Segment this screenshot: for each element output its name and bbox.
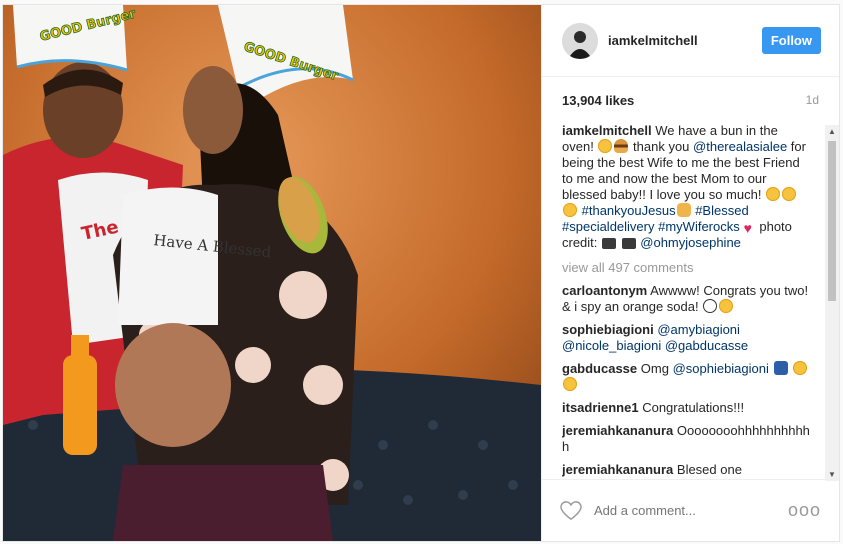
heart-eyes-emoji-icon	[793, 361, 808, 375]
eyes-emoji-icon	[703, 299, 718, 313]
add-comment-input[interactable]	[594, 503, 788, 518]
follow-button[interactable]: Follow	[761, 27, 821, 54]
scrollbar-thumb[interactable]	[828, 141, 836, 301]
hashtag-4[interactable]: #myWiferocks	[658, 219, 740, 234]
photo-illustration: The GOOD Burger GOOD Burger Have A Bless…	[3, 5, 541, 541]
red-heart-emoji-icon: ♥	[743, 220, 752, 236]
comment-item: itsadrienne1 Congratulations!!!	[562, 400, 811, 416]
caption-mention-2[interactable]: @ohmyjosephine	[640, 235, 741, 250]
comment-item: jeremiahkananura Blesed one	[562, 462, 811, 478]
comment-username[interactable]: carloantonym	[562, 283, 647, 298]
smile-emoji-icon	[766, 187, 781, 201]
like-heart-icon[interactable]	[560, 500, 582, 521]
praying-emoji-icon	[676, 203, 691, 217]
comment-username[interactable]: sophiebiagioni	[562, 322, 654, 337]
comment-mention[interactable]: @gabducasse	[665, 338, 748, 353]
heart-eyes-emoji-icon	[598, 139, 613, 153]
smile-emoji-icon	[563, 203, 577, 217]
comment-text: Blesed one	[673, 462, 742, 477]
comment-text: Congratulations!!!	[638, 400, 745, 415]
hashtag-2[interactable]: #Blessed	[695, 203, 748, 218]
post-meta: 13,904 likes 1d	[562, 93, 819, 108]
scroll-down-arrow-icon[interactable]: ▼	[828, 470, 836, 479]
hamburger-emoji-icon	[614, 139, 629, 153]
post-photo[interactable]: The GOOD Burger GOOD Burger Have A Bless…	[3, 5, 541, 541]
comments-scroll-area[interactable]: iamkelmitchell We have a bun in the oven…	[562, 123, 825, 481]
comment-username[interactable]: itsadrienne1	[562, 400, 639, 415]
camera-emoji-icon	[621, 238, 636, 249]
post-header: iamkelmitchell Follow	[542, 5, 839, 77]
likes-count[interactable]: 13,904 likes	[562, 93, 634, 108]
comment-item: carloantonym Awwww! Congrats you two! & …	[562, 283, 811, 315]
time-ago[interactable]: 1d	[806, 93, 819, 108]
grin-emoji-icon	[719, 299, 734, 313]
smile-emoji-icon	[782, 187, 797, 201]
caption: iamkelmitchell We have a bun in the oven…	[562, 123, 811, 251]
comment-item: gabducasse Omg @sophiebiagioni	[562, 361, 811, 393]
more-options-icon[interactable]: ooo	[788, 500, 821, 521]
caption-username[interactable]: iamkelmitchell	[562, 123, 652, 138]
scroll-up-arrow-icon[interactable]: ▲	[828, 127, 836, 136]
view-all-comments-link[interactable]: view all 497 comments	[562, 260, 811, 276]
comment-mention[interactable]: @nicole_biagioni	[562, 338, 661, 353]
hashtag-3[interactable]: #specialdelivery	[562, 219, 655, 234]
instagram-post: The GOOD Burger GOOD Burger Have A Bless…	[2, 4, 840, 542]
caption-mention-1[interactable]: @therealasialee	[693, 139, 787, 154]
comment-mention[interactable]: @sophiebiagioni	[673, 361, 769, 376]
comment-username[interactable]: jeremiahkananura	[562, 423, 673, 438]
comment-item: sophiebiagioni @amybiagioni @nicole_biag…	[562, 322, 811, 354]
hashtag-1[interactable]: #thankyouJesus	[582, 203, 676, 218]
comment-mention[interactable]: @amybiagioni	[657, 322, 740, 337]
star-struck-emoji-icon	[563, 377, 577, 391]
post-sidebar: iamkelmitchell Follow 13,904 likes 1d ia…	[541, 5, 839, 541]
header-username[interactable]: iamkelmitchell	[608, 33, 762, 48]
raised-hands-emoji-icon	[773, 361, 788, 375]
comment-username[interactable]: jeremiahkananura	[562, 462, 673, 477]
post-footer: ooo	[542, 479, 839, 541]
comment-item: jeremiahkananura Oooooooohhhhhhhhhhh	[562, 423, 811, 455]
caption-text-2: thank you	[629, 139, 694, 154]
comment-username[interactable]: gabducasse	[562, 361, 637, 376]
scrollbar[interactable]: ▲ ▼	[825, 125, 839, 481]
avatar-person-icon	[562, 22, 598, 59]
comment-text: Omg	[637, 361, 673, 376]
avatar[interactable]	[562, 22, 598, 59]
camera-emoji-icon	[602, 238, 617, 249]
